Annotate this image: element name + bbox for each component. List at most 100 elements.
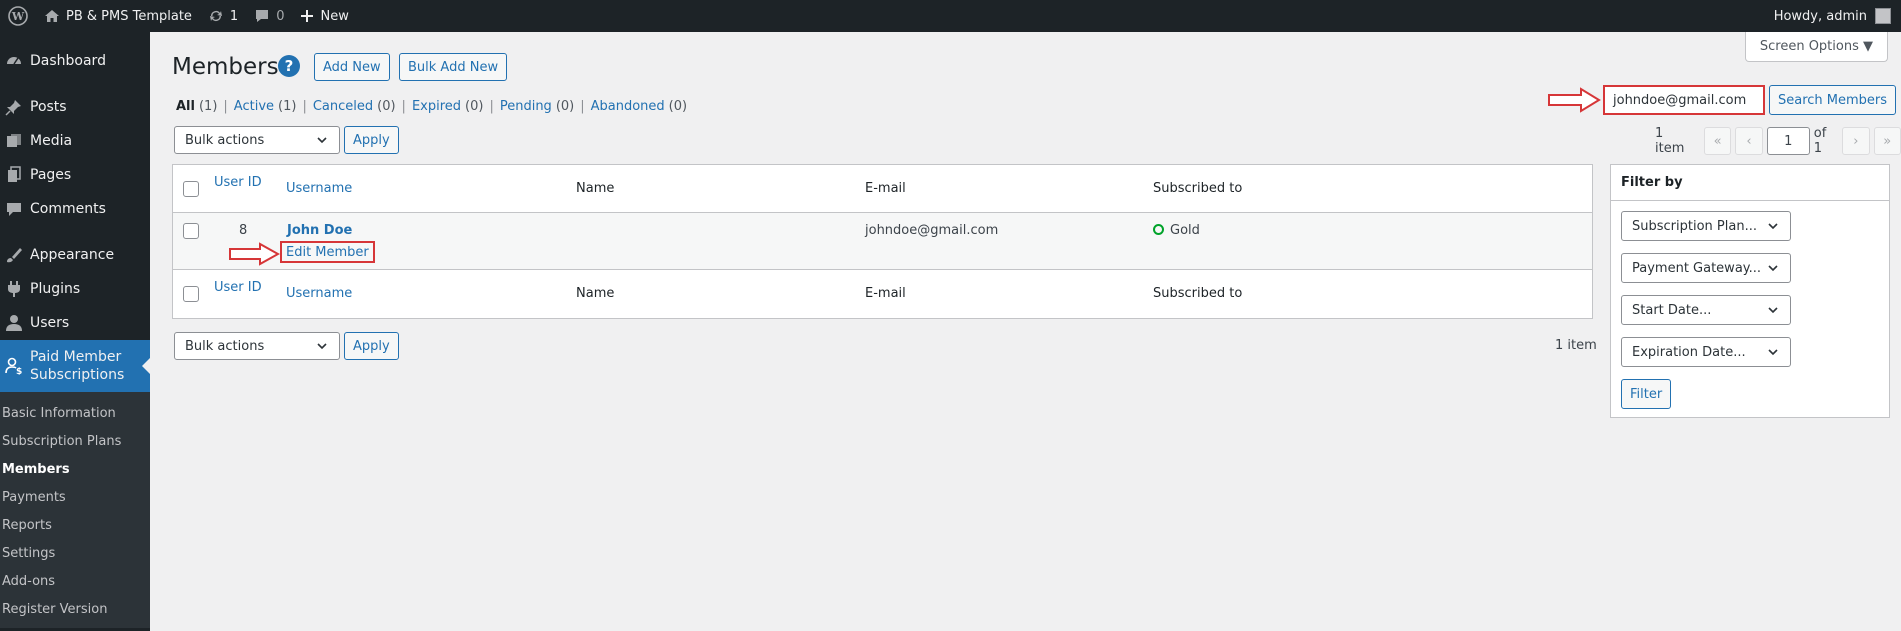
filter-select-label: Expiration Date...	[1632, 344, 1746, 360]
chevron-down-icon	[317, 137, 327, 144]
items-count: 1 item	[1655, 126, 1685, 156]
select-all-checkbox[interactable]	[183, 181, 199, 197]
annotation-arrow-icon	[229, 242, 280, 266]
view-expired-link[interactable]: Expired	[412, 99, 461, 114]
edit-member-link[interactable]: Edit Member	[280, 241, 375, 263]
updates-link[interactable]: 1	[200, 0, 246, 32]
column-username-footer[interactable]: Username	[286, 286, 352, 301]
main-content: Screen Options ▼ Members ? Add New Bulk …	[150, 32, 1901, 631]
dashboard-icon	[4, 51, 24, 71]
help-icon[interactable]: ?	[278, 55, 300, 77]
row-user-id: 8	[239, 223, 248, 238]
view-expired-count: (0)	[465, 99, 484, 114]
search-members-button[interactable]: Search Members	[1769, 85, 1897, 115]
updates-icon	[208, 8, 224, 24]
wordpress-logo-icon[interactable]: W	[0, 0, 36, 32]
view-active-link[interactable]: Active	[234, 99, 274, 114]
column-username[interactable]: Username	[286, 181, 352, 196]
members-table: User ID Username Name E-mail Subscribed …	[172, 164, 1593, 319]
view-abandoned-link[interactable]: Abandoned	[591, 99, 665, 114]
submenu-reports[interactable]: Reports	[0, 512, 150, 540]
updates-count: 1	[229, 8, 239, 24]
menu-dashboard[interactable]: Dashboard	[0, 44, 150, 78]
menu-posts[interactable]: Posts	[0, 90, 150, 124]
subscription-plan-filter[interactable]: Subscription Plan...	[1621, 211, 1791, 241]
view-all-label[interactable]: All	[176, 99, 195, 114]
menu-comments[interactable]: Comments	[0, 192, 150, 226]
prev-page-button[interactable]: ‹	[1735, 127, 1763, 155]
new-content-link[interactable]: New	[292, 0, 356, 32]
menu-label: Comments	[30, 201, 106, 217]
menu-plugins[interactable]: Plugins	[0, 272, 150, 306]
column-email: E-mail	[865, 181, 906, 196]
column-user-id[interactable]: User ID	[214, 175, 262, 190]
home-icon	[44, 8, 60, 24]
row-subscription: Gold	[1153, 223, 1200, 238]
row-username-link[interactable]: John Doe	[287, 223, 352, 238]
chevron-down-icon	[1768, 223, 1778, 230]
payment-gateway-filter[interactable]: Payment Gateway...	[1621, 253, 1791, 283]
bulk-add-new-button[interactable]: Bulk Add New	[399, 53, 508, 81]
first-page-button[interactable]: «	[1703, 127, 1732, 155]
chevron-down-icon	[1768, 307, 1778, 314]
view-pending-link[interactable]: Pending	[500, 99, 552, 114]
next-page-button[interactable]: ›	[1842, 127, 1870, 155]
page-title: Members	[172, 54, 279, 80]
menu-appearance[interactable]: Appearance	[0, 238, 150, 272]
comment-bubble-icon	[254, 8, 270, 24]
view-canceled-count: (0)	[377, 99, 396, 114]
apply-button-top[interactable]: Apply	[344, 126, 399, 154]
menu-pages[interactable]: Pages	[0, 158, 150, 192]
submenu-members[interactable]: Members	[0, 456, 150, 484]
menu-label: Pages	[30, 167, 72, 183]
current-page-input[interactable]: 1	[1766, 127, 1810, 155]
view-all-count: (1)	[198, 99, 218, 114]
site-name-link[interactable]: PB & PMS Template	[36, 0, 200, 32]
chevron-down-icon	[1768, 265, 1778, 272]
select-all-checkbox-footer[interactable]	[183, 286, 199, 302]
expiration-date-filter[interactable]: Expiration Date...	[1621, 337, 1791, 367]
menu-label: Dashboard	[30, 53, 106, 69]
add-new-button[interactable]: Add New	[314, 53, 390, 81]
last-page-button[interactable]: »	[1873, 127, 1901, 155]
svg-text:$: $	[16, 367, 22, 375]
plus-icon	[300, 9, 314, 23]
howdy-text: Howdy, admin	[1773, 8, 1867, 24]
table-footer-row: User ID Username Name E-mail Subscribed …	[173, 270, 1592, 318]
menu-paid-member-subscriptions[interactable]: $ Paid Member Subscriptions	[0, 340, 150, 392]
column-email-footer: E-mail	[865, 286, 906, 301]
avatar	[1875, 8, 1891, 24]
screen-options-button[interactable]: Screen Options ▼	[1744, 32, 1888, 62]
pages-icon	[4, 165, 24, 185]
row-checkbox[interactable]	[183, 223, 199, 239]
submenu-add-ons[interactable]: Add-ons	[0, 568, 150, 596]
submenu: Basic Information Subscription Plans Mem…	[0, 392, 150, 628]
column-name-footer: Name	[576, 286, 615, 301]
items-count-bottom: 1 item	[1555, 338, 1597, 353]
menu-label: Paid Member Subscriptions	[30, 349, 125, 383]
view-canceled-link[interactable]: Canceled	[313, 99, 373, 114]
start-date-filter[interactable]: Start Date...	[1621, 295, 1791, 325]
submenu-basic-information[interactable]: Basic Information	[0, 400, 150, 428]
comments-link[interactable]: 0	[246, 0, 292, 32]
submenu-settings[interactable]: Settings	[0, 540, 150, 568]
menu-users[interactable]: Users	[0, 306, 150, 340]
members-icon: $	[4, 356, 24, 376]
submenu-payments[interactable]: Payments	[0, 484, 150, 512]
view-pending-count: (0)	[555, 99, 575, 114]
search-input[interactable]: johndoe@gmail.com	[1603, 85, 1765, 115]
submenu-subscription-plans[interactable]: Subscription Plans	[0, 428, 150, 456]
bulk-actions-select-bottom[interactable]: Bulk actions	[174, 332, 340, 360]
apply-button-bottom[interactable]: Apply	[344, 332, 399, 360]
total-pages: of 1	[1813, 126, 1827, 156]
plugin-icon	[4, 279, 24, 299]
admin-bar: W PB & PMS Template 1 0 New Howdy, admin	[0, 0, 1901, 32]
submenu-register-version[interactable]: Register Version	[0, 596, 150, 624]
filter-button[interactable]: Filter	[1621, 379, 1672, 409]
my-account-link[interactable]: Howdy, admin	[1766, 0, 1901, 32]
menu-label: Appearance	[30, 247, 115, 263]
column-user-id-footer[interactable]: User ID	[214, 280, 262, 295]
site-name: PB & PMS Template	[66, 8, 192, 24]
bulk-actions-select-top[interactable]: Bulk actions	[174, 126, 340, 154]
menu-media[interactable]: Media	[0, 124, 150, 158]
